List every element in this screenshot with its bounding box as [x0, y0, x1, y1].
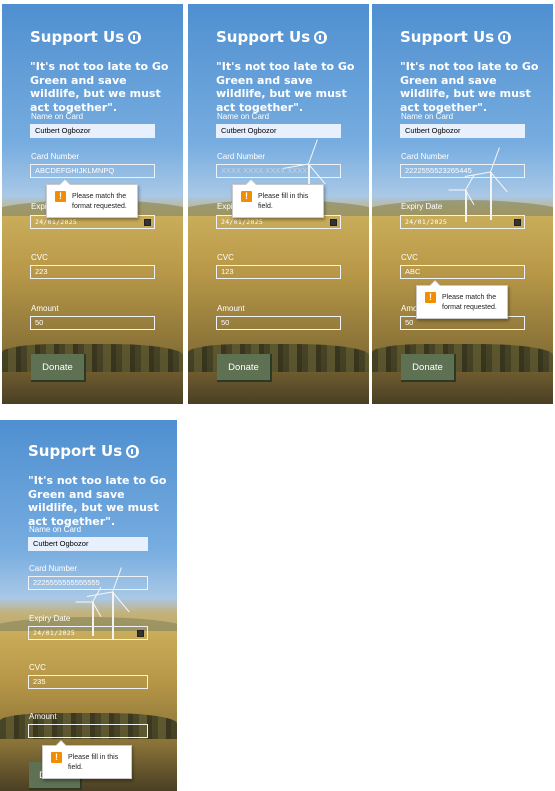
validation-tooltip: ! Please fill in this field. — [232, 179, 324, 218]
page-title: Support Us — [28, 442, 140, 460]
donation-form: Support Us "It's not too late to Go Gree… — [0, 420, 177, 791]
expiry-value: 24/01/2025 — [405, 218, 448, 226]
warning-icon: ! — [425, 292, 436, 303]
name-input[interactable]: Cutbert Ogbozor — [216, 124, 341, 138]
amount-label: Amount — [217, 304, 245, 313]
quote-text: "It's not too late to Go Green and save … — [400, 60, 539, 114]
expiry-input[interactable]: 24/01/2025 — [400, 215, 525, 229]
validation-tooltip: ! Please match the format requested. — [416, 280, 508, 319]
warning-icon: ! — [55, 191, 66, 202]
calendar-icon[interactable] — [330, 219, 337, 226]
tooltip-message: Please fill in this field. — [258, 193, 309, 210]
validation-tooltip: ! Please fill in this field. — [42, 740, 132, 779]
name-label: Name on Card — [401, 112, 454, 121]
card-number-label: Card Number — [31, 152, 80, 161]
expiry-label: Expiry Date — [401, 202, 443, 211]
donate-hand-icon — [498, 31, 512, 44]
name-input[interactable]: Cutbert Ogbozor — [28, 537, 148, 551]
amount-input[interactable]: 50 — [30, 316, 155, 330]
calendar-icon[interactable] — [144, 219, 151, 226]
cvc-input[interactable]: 123 — [216, 265, 341, 279]
validation-tooltip: ! Please match the format requested. — [46, 179, 138, 218]
name-input[interactable]: Cutbert Ogbozor — [30, 124, 155, 138]
expiry-value: 24/01/2025 — [35, 218, 78, 226]
cvc-label: CVC — [217, 253, 234, 262]
form-panel-3: Support Us "It's not too late to Go Gree… — [372, 4, 553, 404]
quote-text: "It's not too late to Go Green and save … — [28, 474, 167, 528]
form-panel-2: Support Us "It's not too late to Go Gree… — [188, 4, 369, 404]
card-number-label: Card Number — [217, 152, 266, 161]
cvc-label: CVC — [29, 663, 46, 672]
tooltip-message: Please match the format requested. — [442, 294, 497, 311]
form-panel-4: Support Us "It's not too late to Go Gree… — [0, 420, 177, 791]
donation-form: Support Us "It's not too late to Go Gree… — [188, 4, 369, 404]
amount-label: Amount — [31, 304, 59, 313]
cvc-label: CVC — [31, 253, 48, 262]
donate-button[interactable]: Donate — [401, 354, 456, 382]
donation-form: Support Us "It's not too late to Go Gree… — [2, 4, 183, 404]
screenshot-collage: Support Us "It's not too late to Go Gree… — [0, 0, 555, 791]
name-label: Name on Card — [29, 525, 82, 534]
card-number-label: Card Number — [29, 564, 78, 573]
calendar-icon[interactable] — [137, 630, 144, 637]
tooltip-message: Please fill in this field. — [68, 754, 119, 771]
calendar-icon[interactable] — [514, 219, 521, 226]
page-title: Support Us — [216, 28, 328, 46]
card-number-input[interactable]: 2222555523265445 — [400, 164, 525, 178]
quote-text: "It's not too late to Go Green and save … — [216, 60, 355, 114]
expiry-value: 24/01/2025 — [33, 629, 76, 637]
donate-button[interactable]: Donate — [217, 354, 272, 382]
expiry-input[interactable]: 24/01/2025 — [28, 626, 148, 640]
cvc-input[interactable]: 223 — [30, 265, 155, 279]
amount-input[interactable]: 50 — [216, 316, 341, 330]
page-title: Support Us — [400, 28, 512, 46]
amount-input[interactable] — [28, 724, 148, 738]
card-number-input[interactable]: ABCDEFGHIJKLMNPQ — [30, 164, 155, 178]
cvc-input[interactable]: 235 — [28, 675, 148, 689]
tooltip-message: Please match the format requested. — [72, 193, 127, 210]
quote-text: "It's not too late to Go Green and save … — [30, 60, 169, 114]
warning-icon: ! — [51, 752, 62, 763]
card-number-input[interactable]: XXXX XXXX XXXX XXXX — [216, 164, 341, 178]
donate-hand-icon — [126, 445, 140, 458]
card-number-label: Card Number — [401, 152, 450, 161]
warning-icon: ! — [241, 191, 252, 202]
name-label: Name on Card — [217, 112, 270, 121]
donate-hand-icon — [314, 31, 328, 44]
page-title: Support Us — [30, 28, 142, 46]
form-panel-1: Support Us "It's not too late to Go Gree… — [2, 4, 183, 404]
cvc-input[interactable]: ABC — [400, 265, 525, 279]
name-label: Name on Card — [31, 112, 84, 121]
expiry-label: Expiry Date — [29, 614, 71, 623]
name-input[interactable]: Cutbert Ogbozor — [400, 124, 525, 138]
donate-hand-icon — [128, 31, 142, 44]
donation-form: Support Us "It's not too late to Go Gree… — [372, 4, 553, 404]
donate-button[interactable]: Donate — [31, 354, 86, 382]
expiry-value: 24/01/2025 — [221, 218, 264, 226]
card-number-input[interactable]: 2225555555555555 — [28, 576, 148, 590]
cvc-label: CVC — [401, 253, 418, 262]
amount-label: Amount — [29, 712, 57, 721]
